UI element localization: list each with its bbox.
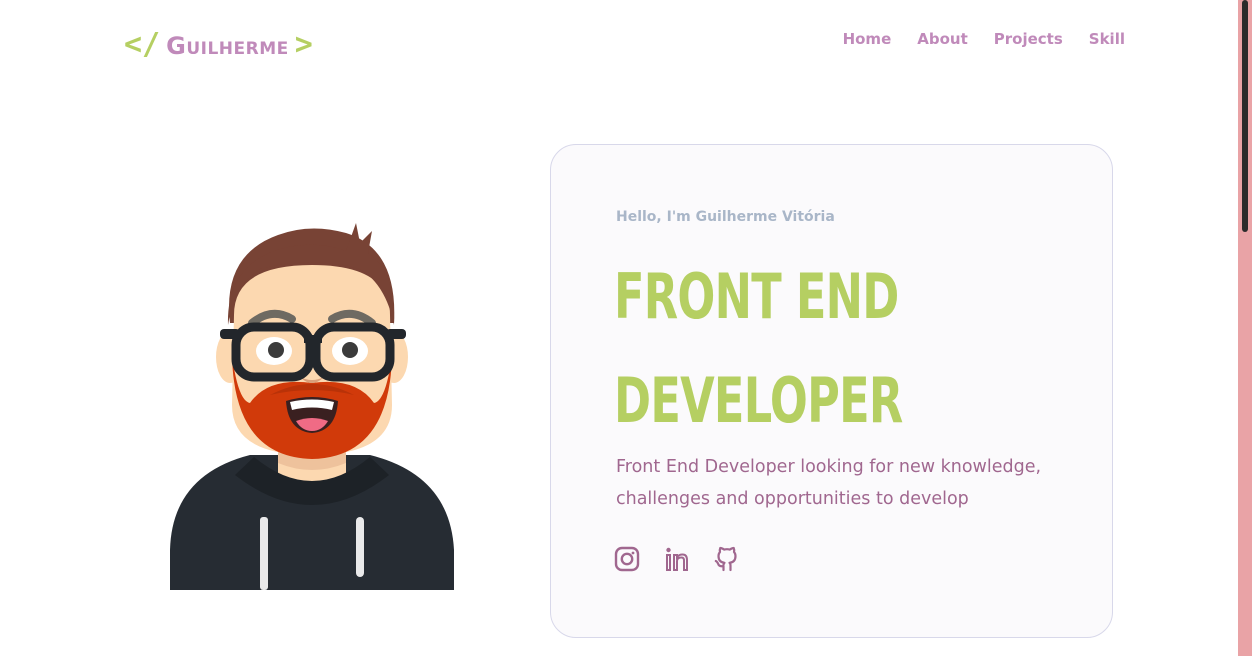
instagram-icon[interactable] [614, 545, 640, 573]
hero-description: Front End Developer looking for new know… [616, 457, 1042, 509]
social-links [614, 545, 740, 573]
main-nav: Home About Projects Skill [843, 30, 1125, 48]
hero-card: Hello, I'm Guilherme Vitória FRONT END D… [550, 144, 1113, 638]
hero-greeting: Hello, I'm Guilherme Vitória [616, 209, 835, 225]
scrollbar-thumb[interactable] [1242, 0, 1248, 232]
site-logo[interactable]: </ Guilherme > [124, 27, 313, 62]
logo-close-bracket: > [294, 27, 313, 62]
page-scrollbar[interactable] [1238, 0, 1252, 656]
avatar-illustration [170, 223, 454, 590]
nav-projects[interactable]: Projects [994, 30, 1063, 48]
site-header: </ Guilherme > Home About Projects Skill [0, 0, 1238, 84]
logo-open-bracket: </ [124, 27, 161, 62]
nav-about[interactable]: About [917, 30, 968, 48]
linkedin-icon[interactable] [664, 545, 690, 573]
nav-skill[interactable]: Skill [1089, 30, 1125, 48]
hero-headline: FRONT END DEVELOPER [614, 260, 903, 437]
nav-home[interactable]: Home [843, 30, 892, 48]
github-icon[interactable] [714, 545, 740, 573]
logo-name: Guilherme [166, 32, 289, 60]
